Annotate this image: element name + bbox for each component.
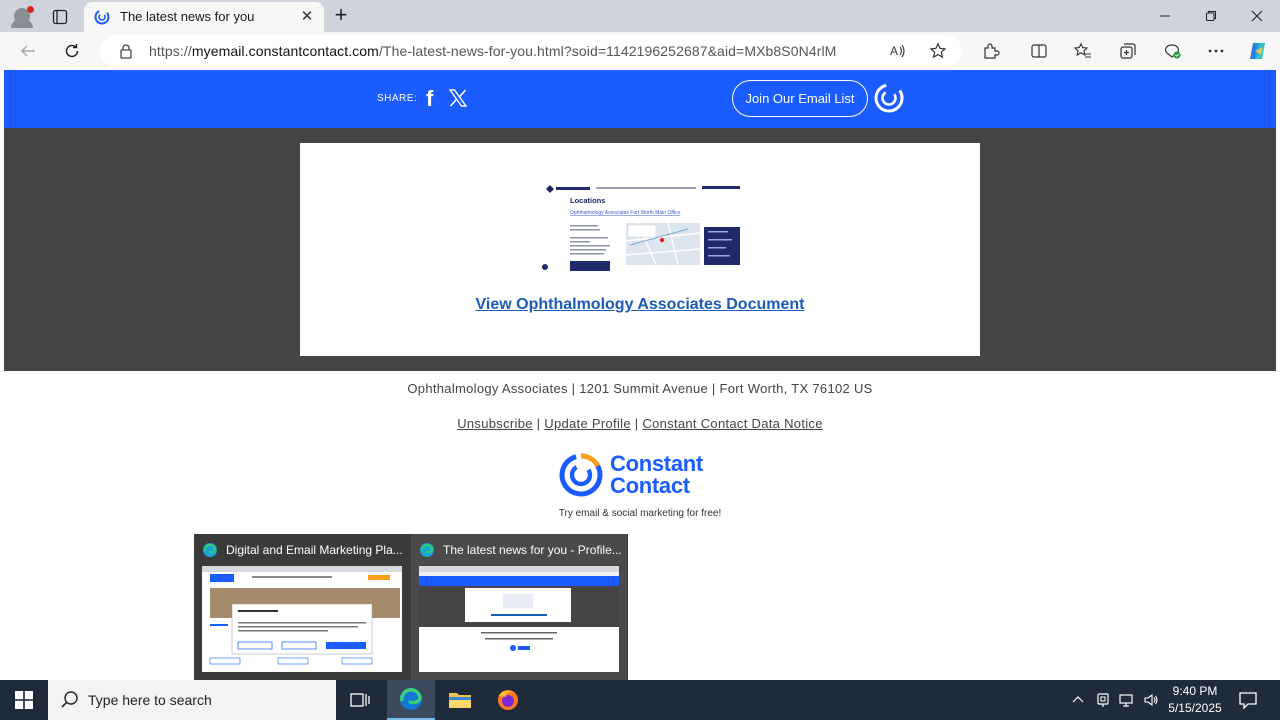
- start-windows-icon[interactable]: [0, 680, 48, 720]
- read-aloud-icon[interactable]: A: [888, 41, 908, 61]
- svg-text:Ophthalmology Associates Fort: Ophthalmology Associates Fort Worth Main…: [570, 210, 681, 216]
- profile-avatar-button[interactable]: [8, 4, 36, 28]
- address-bar[interactable]: https://myemail.constantcontact.com/The-…: [100, 35, 962, 67]
- taskbar-file-explorer-button[interactable]: [436, 680, 484, 720]
- browser-tab-strip: The latest news for you ✕ +: [0, 0, 1280, 32]
- network-icon[interactable]: [1117, 690, 1137, 710]
- unsubscribe-link[interactable]: Unsubscribe: [457, 416, 533, 431]
- taskbar-search-box[interactable]: Type here to search: [48, 680, 336, 720]
- constant-contact-wordmark: Constant Contact: [610, 451, 703, 498]
- svg-text:Locations: Locations: [570, 196, 605, 205]
- tab-actions-button[interactable]: [46, 6, 74, 28]
- clock-time: 9:40 PM: [1172, 684, 1218, 698]
- footer-address: Ophthalmology Associates | 1201 Summit A…: [407, 381, 873, 396]
- taskbar-clock[interactable]: 9:40 PM 5/15/2025: [1160, 683, 1230, 717]
- collections-icon[interactable]: [1116, 39, 1140, 63]
- windows-taskbar: Type here to search 9:40 PM 5/15/2025: [0, 680, 1280, 720]
- document-thumbnail-image[interactable]: Locations Ophthalmology Associates Fort …: [538, 181, 742, 279]
- preview-window-1[interactable]: Digital and Email Marketing Pla...: [194, 534, 410, 680]
- preview-title-2: The latest news for you - Profile...: [443, 543, 621, 557]
- browser-tab-active[interactable]: The latest news for you ✕: [84, 2, 324, 32]
- preview-thumbnail-1: [202, 566, 402, 672]
- split-screen-icon[interactable]: [1027, 39, 1051, 63]
- clock-date: 5/15/2025: [1168, 701, 1222, 715]
- preview-title-1: Digital and Email Marketing Pla...: [226, 543, 403, 557]
- update-profile-link[interactable]: Update Profile: [544, 416, 631, 431]
- favorites-list-icon[interactable]: [1071, 39, 1095, 63]
- taskbar-edge-button[interactable]: [387, 680, 435, 720]
- preview-window-2[interactable]: The latest news for you - Profile...: [411, 534, 627, 680]
- edge-icon: [420, 543, 434, 557]
- constant-contact-badge-icon[interactable]: [873, 82, 905, 114]
- browser-toolbar: https://myemail.constantcontact.com/The-…: [0, 32, 1280, 70]
- more-menu-icon[interactable]: [1204, 39, 1228, 63]
- favorite-star-icon[interactable]: [928, 41, 948, 61]
- content-card: Locations Ophthalmology Associates Fort …: [300, 143, 980, 356]
- window-close-icon[interactable]: [1234, 0, 1280, 32]
- lock-icon[interactable]: [118, 43, 134, 59]
- notification-dot: [27, 6, 34, 13]
- svg-text:A: A: [890, 44, 898, 58]
- constant-contact-logo[interactable]: Constant Contact: [558, 452, 724, 497]
- content-band: Locations Ophthalmology Associates Fort …: [4, 128, 1276, 371]
- data-notice-link[interactable]: Constant Contact Data Notice: [642, 416, 822, 431]
- refresh-icon[interactable]: [60, 39, 84, 63]
- search-icon: [61, 691, 78, 708]
- search-placeholder: Type here to search: [88, 692, 212, 708]
- new-tab-plus-icon[interactable]: +: [330, 4, 352, 28]
- x-twitter-icon[interactable]: [448, 88, 468, 108]
- minimize-icon[interactable]: [1142, 0, 1188, 32]
- tab-actions-icon: [52, 9, 68, 25]
- tab-title: The latest news for you: [120, 9, 255, 24]
- url-text[interactable]: https://myemail.constantcontact.com/The-…: [149, 43, 836, 59]
- taskbar-preview-popup: Digital and Email Marketing Pla... The l…: [194, 534, 628, 680]
- preview-thumbnail-2: [419, 566, 619, 672]
- constant-contact-favicon-icon: [94, 9, 110, 25]
- view-document-link[interactable]: View Ophthalmology Associates Document: [300, 296, 980, 314]
- join-email-list-button[interactable]: Join Our Email List: [732, 80, 868, 117]
- facebook-icon[interactable]: f: [426, 88, 440, 110]
- action-center-icon[interactable]: [1236, 688, 1260, 712]
- task-view-icon[interactable]: [336, 680, 384, 720]
- share-banner: SHARE: f Join Our Email List: [4, 70, 1276, 128]
- folder-icon: [449, 693, 471, 708]
- restore-icon[interactable]: [1188, 0, 1234, 32]
- browser-essentials-icon[interactable]: [1160, 39, 1184, 63]
- firefox-icon: [498, 690, 518, 710]
- tagline[interactable]: Try email & social marketing for free!: [4, 508, 1276, 519]
- show-hidden-icons-chevron-icon[interactable]: [1068, 690, 1088, 710]
- taskbar-firefox-button[interactable]: [484, 680, 532, 720]
- edge-icon: [203, 543, 217, 557]
- tab-close-icon[interactable]: ✕: [299, 8, 315, 26]
- footer-links: Unsubscribe | Update Profile | Constant …: [457, 416, 823, 431]
- constant-contact-logo-icon: [559, 453, 603, 497]
- volume-icon[interactable]: [1141, 690, 1161, 710]
- extensions-puzzle-icon[interactable]: [979, 39, 1003, 63]
- device-icon[interactable]: [1093, 690, 1113, 710]
- share-label: SHARE:: [377, 93, 418, 104]
- edge-icon: [400, 688, 422, 710]
- copilot-icon[interactable]: [1246, 39, 1270, 63]
- back-arrow-icon[interactable]: [16, 39, 40, 63]
